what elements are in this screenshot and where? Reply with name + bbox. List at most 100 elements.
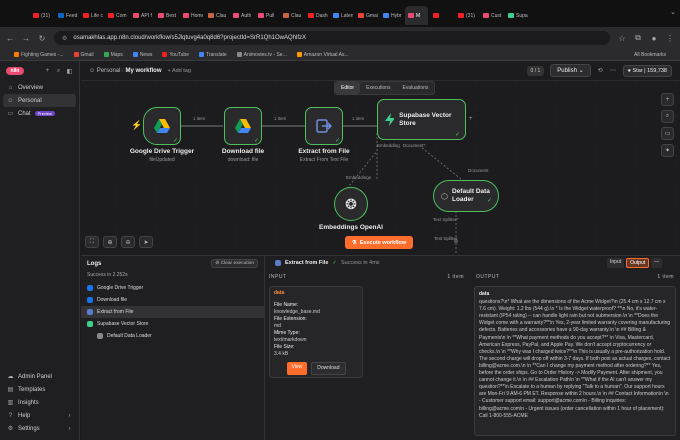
browser-tab[interactable]: Feed	[55, 6, 78, 25]
forward-icon[interactable]: →	[22, 34, 30, 43]
reload-icon[interactable]: ↻	[38, 34, 46, 43]
app-root: (31) Feed Life c Com API f Best Home Clau Auth Pu…	[0, 0, 680, 440]
input-section-header: INPUT 1 item	[263, 272, 470, 282]
add-tag-button[interactable]: + Add tag	[168, 68, 191, 74]
pointer-icon[interactable]: ➤	[139, 236, 153, 248]
connection-label-document: Document*	[403, 143, 426, 148]
tab-label: Best	[166, 12, 177, 19]
profile-icon[interactable]: ●	[650, 34, 658, 43]
execute-workflow-button[interactable]: ⚗ Execute workflow	[345, 236, 413, 249]
tab-label: M	[416, 12, 421, 19]
bookmark-item[interactable]: Amazon Virtual As...	[296, 52, 349, 58]
browser-tab[interactable]: Clau	[205, 6, 228, 25]
browser-tab[interactable]: Best	[155, 6, 178, 25]
publish-button[interactable]: Publish ⌄	[550, 64, 591, 77]
sidebar-item-chat[interactable]: ▭ Chat Preview	[0, 107, 79, 120]
browser-tab[interactable]: API f	[130, 6, 153, 25]
tab-label: Feed	[66, 12, 78, 19]
tab-executions[interactable]: Executions	[360, 82, 396, 94]
browser-tab[interactable]: (31)	[455, 6, 478, 25]
chevron-right-icon: ›	[68, 412, 71, 419]
browser-tab[interactable]: Auth	[230, 6, 253, 25]
bookmark-item[interactable]: Fighting Games -...	[14, 52, 64, 58]
tab-evaluations[interactable]: Evaluations	[397, 82, 435, 94]
workflow-name[interactable]: My workflow	[126, 68, 162, 74]
site-info-icon[interactable]: ⚙	[62, 35, 67, 42]
extensions-icon[interactable]: ⧉	[634, 33, 642, 43]
browser-tab[interactable]	[430, 6, 453, 25]
add-icon[interactable]: +	[44, 68, 51, 74]
node-title: Default Data Loader	[451, 188, 490, 203]
ai-assistant-icon[interactable]: ✦	[661, 144, 674, 157]
browser-tab[interactable]: Supa	[505, 6, 528, 25]
browser-tab[interactable]: Gmail	[355, 6, 378, 25]
output-tab[interactable]: Output	[626, 258, 650, 268]
sidebar-item-templates[interactable]: ▤ Templates	[0, 383, 80, 396]
browser-tab[interactable]: Hybr	[380, 6, 403, 25]
fit-view-icon[interactable]: ⛶	[85, 236, 99, 248]
bookmark-item[interactable]: Translate	[198, 52, 227, 58]
sidebar-item-personal[interactable]: ☺ Personal	[3, 94, 76, 107]
success-check-icon: ✓	[332, 260, 338, 266]
sidebar-item-settings[interactable]: ⚙ Settings ›	[0, 422, 80, 435]
add-connection-icon[interactable]: +	[469, 116, 473, 122]
collapse-sidebar-icon[interactable]: ◧	[66, 68, 73, 75]
log-row[interactable]: Google Drive Trigger	[81, 282, 264, 294]
sidebar-item-admin-panel[interactable]: ☁ Admin Panel	[0, 370, 80, 383]
star-label: Star	[632, 67, 643, 74]
browser-tab[interactable]: Home	[180, 6, 203, 25]
sidebar-item-help[interactable]: ? Help ›	[0, 409, 80, 422]
tab-search-icon[interactable]: ⌄	[670, 8, 676, 16]
github-star-button[interactable]: ● Star | 159,738	[622, 64, 672, 77]
bookmark-item[interactable]: YouTube	[162, 52, 189, 58]
browser-tab[interactable]: Dash	[305, 6, 328, 25]
workflow-canvas[interactable]: ⚡ ✓ Google Drive Trigger fileUpdated 1 i…	[81, 81, 680, 255]
zoom-in-icon[interactable]: ⊕	[103, 236, 117, 248]
sidebar-item-insights[interactable]: ▥ Insights	[0, 396, 80, 409]
browser-tab[interactable]: M	[405, 6, 428, 25]
add-node-icon[interactable]: +	[661, 93, 674, 106]
browser-tab[interactable]: Life c	[80, 6, 103, 25]
bookmark-item[interactable]: Gmail	[73, 52, 94, 58]
history-icon[interactable]: ⟲	[597, 67, 604, 74]
browser-tab[interactable]: Laten	[330, 6, 353, 25]
tab-editor[interactable]: Editor	[335, 82, 361, 94]
search-icon[interactable]: ⌕	[661, 110, 674, 123]
browser-tab[interactable]: Clau	[280, 6, 303, 25]
browser-tab[interactable]: Com	[105, 6, 128, 25]
n8n-logo[interactable]: n8n	[6, 67, 24, 75]
output-data-box[interactable]: data questions?\n* What are the dimensio…	[474, 286, 676, 436]
bookmark-star-icon[interactable]: ☆	[618, 34, 626, 43]
sidebar-item-overview[interactable]: ⌂ Overview	[0, 81, 79, 94]
bookmark-item[interactable]: Maps	[103, 52, 123, 58]
log-row[interactable]: Default Data Loader	[81, 330, 264, 342]
clear-execution-button[interactable]: ⊘ Clear execution	[211, 259, 258, 268]
close-icon[interactable]: —	[651, 258, 663, 268]
node-supabase-vector-store[interactable]: Supabase Vector Store	[377, 99, 466, 140]
log-row[interactable]: Download file	[81, 294, 264, 306]
bookmarks-bar: Fighting Games -... Gmail Maps News YouTube T…	[0, 49, 680, 61]
version-counter: 0 / 1	[526, 65, 545, 76]
download-button[interactable]: Download	[311, 362, 346, 375]
zoom-out-icon[interactable]: ⊖	[121, 236, 135, 248]
sticky-note-icon[interactable]: ▭	[661, 127, 674, 140]
view-button[interactable]: View	[286, 362, 308, 375]
bookmark-item[interactable]: Animovies.tv - Se...	[236, 52, 287, 58]
browser-tab[interactable]: Cust	[480, 6, 503, 25]
url-field[interactable]: ⚙ osamakhlas.app.n8n.cloud/workflow/s5Jl…	[54, 31, 610, 45]
back-icon[interactable]: ←	[6, 34, 14, 43]
bookmark-item[interactable]: News	[132, 52, 152, 58]
tab-favicon-icon	[258, 13, 264, 18]
menu-icon[interactable]: ⋮	[666, 34, 674, 43]
sidebar-bottom: ☁ Admin Panel ▤ Templates ▥ Insights ? Help ›…	[0, 370, 80, 435]
search-icon[interactable]: ⌕	[55, 68, 62, 75]
browser-tab[interactable]: Pull	[255, 6, 278, 25]
more-icon[interactable]: ⋯	[610, 67, 617, 74]
input-tab[interactable]: Input	[607, 258, 625, 268]
browser-tab[interactable]: (31)	[30, 6, 53, 25]
breadcrumb[interactable]: ☺ Personal / My workflow	[89, 68, 162, 74]
node-default-data-loader[interactable]: ⬡ Default Data Loader	[433, 180, 499, 212]
log-row[interactable]: Extract from File	[81, 306, 264, 318]
all-bookmarks-button[interactable]: All Bookmarks	[634, 52, 666, 58]
log-row[interactable]: Supabase Vector Store	[81, 318, 264, 330]
